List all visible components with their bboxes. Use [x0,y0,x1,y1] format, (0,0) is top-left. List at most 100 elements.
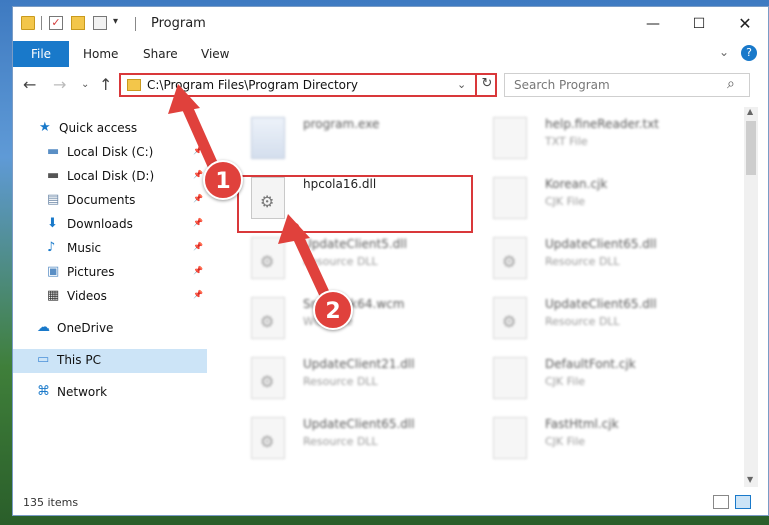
text-file-icon [493,177,527,219]
navigation-bar: ← → ⌄ ↑ C:\Program Files\Program Directo… [13,69,768,101]
recent-locations-dropdown[interactable]: ⌄ [81,79,89,90]
drive-icon: ▬ [47,144,60,159]
address-dropdown-icon[interactable]: ⌄ [457,78,466,91]
text-file-icon [493,417,527,459]
file-type: Resource DLL [545,315,620,328]
file-type: Resource DLL [303,255,378,268]
tab-file[interactable]: File [13,41,69,67]
details-view-icon[interactable] [713,495,729,509]
sidebar-item-downloads[interactable]: ⬇ Downloads 📌 [13,213,207,237]
file-item[interactable]: UpdateClient65.dll Resource DLL [473,293,723,351]
navigation-pane: ★ Quick access ▬ Local Disk (C:) 📌 ▬ Local Dis… [13,107,213,487]
dll-file-icon [251,297,285,339]
sidebar-item-pictures[interactable]: ▣ Pictures 📌 [13,261,207,285]
forward-button[interactable]: → [53,75,66,94]
file-item[interactable]: Korean.cjk CJK File [473,173,723,231]
search-input[interactable]: Search Program [514,78,610,92]
music-icon: ♪ [47,240,56,255]
file-type: Resource DLL [545,255,620,268]
properties-icon[interactable] [93,16,107,30]
computer-icon: ▭ [37,352,50,367]
scroll-up-arrow-icon[interactable]: ▲ [747,107,753,116]
sidebar-item-music[interactable]: ♪ Music 📌 [13,237,207,261]
dll-file-icon [251,177,285,219]
search-box[interactable]: Search Program ⌕ [504,73,750,97]
tab-home[interactable]: Home [71,41,130,67]
file-name: DefaultFont.cjk [545,357,636,371]
status-bar: 135 items [13,489,768,515]
file-hpcola16-dll[interactable]: hpcola16.dll [231,173,481,231]
sidebar-item-label: Videos [67,289,107,303]
sidebar-item-label: OneDrive [57,321,114,335]
star-icon: ★ [39,120,51,135]
sidebar-item-videos[interactable]: ▦ Videos 📌 [13,285,207,309]
title-bar: ✓ ▾ Program — ☐ ✕ [13,7,768,41]
tab-view[interactable]: View [189,41,241,67]
file-type: Resource DLL [303,375,378,388]
sidebar-item-network[interactable]: ⌘ Network [13,381,207,405]
large-icons-view-icon[interactable] [735,495,751,509]
new-folder-icon[interactable] [71,16,85,30]
pin-icon[interactable]: 📌 [193,170,203,179]
refresh-button[interactable]: ↻ [475,73,497,97]
file-item[interactable]: help.fineReader.txt TXT File [473,113,723,171]
videos-icon: ▦ [47,288,60,303]
download-icon: ⬇ [47,216,58,231]
file-name: program.exe [303,117,380,131]
pin-icon[interactable]: 📌 [193,242,203,251]
file-item[interactable]: UpdateClient65.dll Resource DLL [473,233,723,291]
sidebar-item-documents[interactable]: ▤ Documents 📌 [13,189,207,213]
search-icon: ⌕ [727,76,735,92]
expand-ribbon-icon[interactable]: ⌄ [719,45,729,59]
sidebar-item-label: Pictures [67,265,115,279]
text-file-icon [493,357,527,399]
folder-icon[interactable] [21,16,35,30]
file-type: CJK File [545,435,586,448]
drive-icon: ▬ [47,168,60,183]
file-item[interactable]: SndTrack64.wcmWCM File [231,293,481,351]
file-item[interactable]: UpdateClient21.dll Resource DLL [231,353,481,411]
vertical-scrollbar[interactable]: ▲ ▼ [744,107,758,487]
maximize-button[interactable]: ☐ [676,7,722,41]
sidebar-item-label: Local Disk (C:) [67,145,154,159]
file-item[interactable]: program.exe [231,113,481,171]
file-type: Resource DLL [303,435,378,448]
file-item[interactable]: FastHtml.cjk CJK File [473,413,723,471]
pin-icon[interactable]: 📌 [193,218,203,227]
pin-icon[interactable]: 📌 [193,194,203,203]
close-button[interactable]: ✕ [722,7,768,41]
file-item[interactable]: UpdateClient5.dll Resource DLL [231,233,481,291]
help-icon[interactable]: ? [741,45,757,61]
window-title: Program [151,16,206,31]
sidebar-item-label: This PC [57,353,101,367]
pin-icon[interactable]: 📌 [193,290,203,299]
step-1-badge: 1 [203,160,243,200]
address-bar[interactable]: C:\Program Files\Program Directory ⌄ ↻ [119,73,497,97]
minimize-button[interactable]: — [630,7,676,41]
file-name: UpdateClient5.dll [303,237,407,251]
sidebar-item-quick-access[interactable]: ★ Quick access [13,117,207,141]
file-name: UpdateClient65.dll [545,297,657,311]
scroll-down-arrow-icon[interactable]: ▼ [747,475,753,484]
tab-share[interactable]: Share [131,41,190,67]
file-name: UpdateClient65.dll [545,237,657,251]
sidebar-item-local-disk-d[interactable]: ▬ Local Disk (D:) 📌 [13,165,207,189]
divider [41,16,42,30]
up-button[interactable]: ↑ [99,75,112,94]
properties-check-icon[interactable]: ✓ [49,16,63,30]
file-name: FastHtml.cjk [545,417,619,431]
sidebar-item-this-pc[interactable]: ▭ This PC [13,349,207,373]
address-path[interactable]: C:\Program Files\Program Directory [147,78,358,92]
pin-icon[interactable]: 📌 [193,266,203,275]
file-name: UpdateClient65.dll [303,417,415,431]
file-item[interactable]: UpdateClient65.dll Resource DLL [231,413,481,471]
sidebar-item-onedrive[interactable]: ☁ OneDrive [13,317,207,341]
pin-icon[interactable]: 📌 [193,146,203,155]
file-item[interactable]: DefaultFont.cjk CJK File [473,353,723,411]
scroll-thumb[interactable] [746,121,756,175]
sidebar-item-local-disk-c[interactable]: ▬ Local Disk (C:) 📌 [13,141,207,165]
customize-quick-access-dropdown[interactable]: ▾ [113,16,118,27]
exe-file-icon [251,117,285,159]
step-2-badge: 2 [313,290,353,330]
back-button[interactable]: ← [23,75,36,94]
